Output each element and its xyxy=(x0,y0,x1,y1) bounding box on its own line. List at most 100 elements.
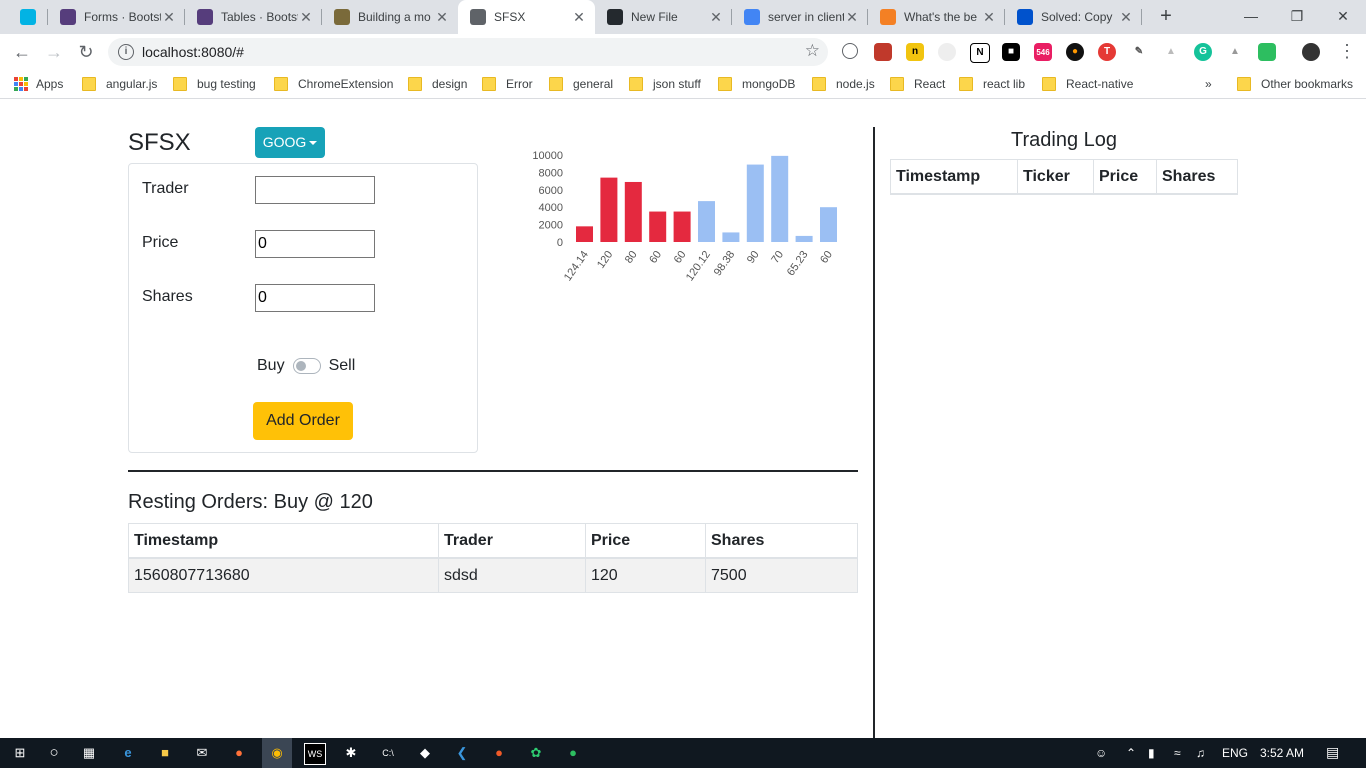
tray-chevron-icon[interactable]: ⌃ xyxy=(1126,746,1136,760)
language-indicator[interactable]: ENG xyxy=(1222,746,1248,760)
bookmark-item[interactable]: React-native xyxy=(1042,76,1133,92)
new-tab-button[interactable]: + xyxy=(1154,5,1178,29)
bookmark-item[interactable]: general xyxy=(549,76,613,92)
extension-icon[interactable] xyxy=(842,43,858,59)
firefox-icon[interactable]: ● xyxy=(229,743,249,763)
more-bookmarks-icon[interactable]: » xyxy=(1205,76,1212,92)
chart-bar[interactable] xyxy=(698,201,715,242)
clock[interactable]: 3:52 AM xyxy=(1260,746,1304,760)
browser-tab[interactable]: New File ✕ xyxy=(595,0,732,34)
close-tab-icon[interactable]: ✕ xyxy=(571,9,587,26)
close-tab-icon[interactable]: ✕ xyxy=(161,9,177,26)
browser-tab[interactable]: Forms · Bootstrap✕ xyxy=(48,0,185,34)
chart-bar[interactable] xyxy=(673,211,691,242)
browser-tab[interactable]: Tables · Bootstrap✕ xyxy=(185,0,322,34)
close-tab-icon[interactable]: ✕ xyxy=(298,9,314,26)
chart-bar[interactable] xyxy=(722,232,740,242)
bookmark-item[interactable]: mongoDB xyxy=(718,76,795,92)
chart-bar[interactable] xyxy=(795,235,813,242)
bookmark-item[interactable]: bug testing xyxy=(173,76,256,92)
close-tab-icon[interactable]: ✕ xyxy=(708,9,724,26)
extension-icon[interactable] xyxy=(938,43,956,61)
grammarly-icon[interactable]: G xyxy=(1194,43,1212,61)
postman-icon[interactable]: ● xyxy=(489,743,509,763)
add-order-button[interactable]: Add Order xyxy=(253,402,353,440)
unity-icon[interactable]: ◆ xyxy=(415,743,435,763)
menu-icon[interactable]: ⋮ xyxy=(1338,41,1356,62)
notifications-icon[interactable]: ▤ xyxy=(1326,744,1339,761)
chart-bar[interactable] xyxy=(624,181,642,242)
extension-badge[interactable]: 546 xyxy=(1034,43,1052,61)
terminal-icon[interactable]: C:\ xyxy=(378,743,398,763)
bookmark-item[interactable]: Apps xyxy=(14,76,63,92)
windows-start-icon[interactable]: ⊞ xyxy=(10,743,30,763)
extension-icon[interactable]: ● xyxy=(1066,43,1084,61)
task-view-icon[interactable]: ▦ xyxy=(79,743,99,763)
bookmark-star-icon[interactable]: ☆ xyxy=(805,41,820,61)
bookmark-item[interactable]: angular.js xyxy=(82,76,157,92)
chart-bar[interactable] xyxy=(820,207,837,242)
browser-tab[interactable] xyxy=(8,0,48,34)
browser-tab[interactable]: Building a mo ✕ xyxy=(322,0,458,34)
chart-bar[interactable] xyxy=(576,226,593,242)
browser-tab[interactable]: server in client ✕ xyxy=(732,0,868,34)
chart-bar[interactable] xyxy=(600,177,618,242)
close-tab-icon[interactable]: ✕ xyxy=(981,9,997,26)
bookmark-item[interactable]: react lib xyxy=(959,76,1025,92)
ticker-dropdown[interactable]: GOOG xyxy=(255,127,325,158)
profile-avatar[interactable] xyxy=(1302,43,1320,61)
cortana-icon[interactable]: ○ xyxy=(44,743,64,763)
shares-input[interactable] xyxy=(255,284,375,312)
wifi-icon[interactable]: ≈ xyxy=(1174,746,1181,760)
battery-icon[interactable]: ▮ xyxy=(1148,746,1155,760)
forward-icon[interactable]: → xyxy=(42,40,66,64)
slack-icon[interactable]: ✱ xyxy=(341,743,361,763)
minimize-icon[interactable]: — xyxy=(1228,0,1274,34)
url-text[interactable]: localhost:8080/# xyxy=(142,44,244,60)
bookmark-item[interactable]: node.js xyxy=(812,76,875,92)
browser-tab[interactable]: Solved: Copy ✕ xyxy=(1005,0,1142,34)
extension-icon[interactable]: ▲ xyxy=(1162,43,1180,61)
close-tab-icon[interactable]: ✕ xyxy=(1118,9,1134,26)
drive-icon[interactable]: ▲ xyxy=(1226,43,1244,61)
close-window-icon[interactable]: ✕ xyxy=(1320,0,1366,34)
other-bookmarks[interactable]: Other bookmarks xyxy=(1237,76,1353,92)
bookmark-item[interactable]: ChromeExtension xyxy=(274,76,393,92)
chart-bar[interactable] xyxy=(771,155,789,242)
extension-icon[interactable]: N xyxy=(970,43,990,63)
buy-sell-switch[interactable] xyxy=(292,358,321,374)
restore-icon[interactable]: ❐ xyxy=(1274,0,1320,34)
app-icon[interactable]: ✿ xyxy=(526,743,546,763)
reload-icon[interactable]: ↻ xyxy=(74,40,98,64)
bookmark-item[interactable]: json stuff xyxy=(629,76,701,92)
file-explorer-icon[interactable]: ■ xyxy=(155,743,175,763)
extension-icon[interactable]: n xyxy=(906,43,924,61)
close-tab-icon[interactable]: ✕ xyxy=(434,9,450,26)
vscode-icon[interactable]: ❮ xyxy=(452,743,472,763)
price-input[interactable] xyxy=(255,230,375,258)
bookmark-item[interactable]: design xyxy=(408,76,467,92)
bookmark-item[interactable]: React xyxy=(890,76,945,92)
close-tab-icon[interactable]: ✕ xyxy=(844,9,860,26)
people-icon[interactable]: ☺ xyxy=(1095,746,1107,760)
eyedropper-icon[interactable]: ✎ xyxy=(1130,43,1148,61)
address-bar[interactable]: i localhost:8080/# ☆ xyxy=(108,38,828,66)
evernote-icon[interactable] xyxy=(1258,43,1276,61)
back-icon[interactable]: ← xyxy=(10,40,34,64)
chart-bar[interactable] xyxy=(746,164,764,242)
extension-icon[interactable] xyxy=(874,43,892,61)
table-row[interactable]: 1560807713680 sdsd 120 7500 xyxy=(128,557,858,593)
chrome-icon[interactable]: ◉ xyxy=(267,743,287,763)
evernote-icon[interactable]: ● xyxy=(563,743,583,763)
volume-icon[interactable]: ♫ xyxy=(1196,746,1205,760)
browser-tab[interactable]: SFSX ✕ xyxy=(458,0,595,34)
extension-icon[interactable]: ■ xyxy=(1002,43,1020,61)
bookmark-item[interactable]: Error xyxy=(482,76,533,92)
trader-input[interactable] xyxy=(255,176,375,204)
site-info-icon[interactable]: i xyxy=(118,44,134,60)
webstorm-icon[interactable]: WS xyxy=(304,743,326,765)
mail-icon[interactable]: ✉ xyxy=(192,743,212,763)
edge-icon[interactable]: e xyxy=(118,743,138,763)
extension-icon[interactable]: T xyxy=(1098,43,1116,61)
chart-bar[interactable] xyxy=(649,211,667,242)
